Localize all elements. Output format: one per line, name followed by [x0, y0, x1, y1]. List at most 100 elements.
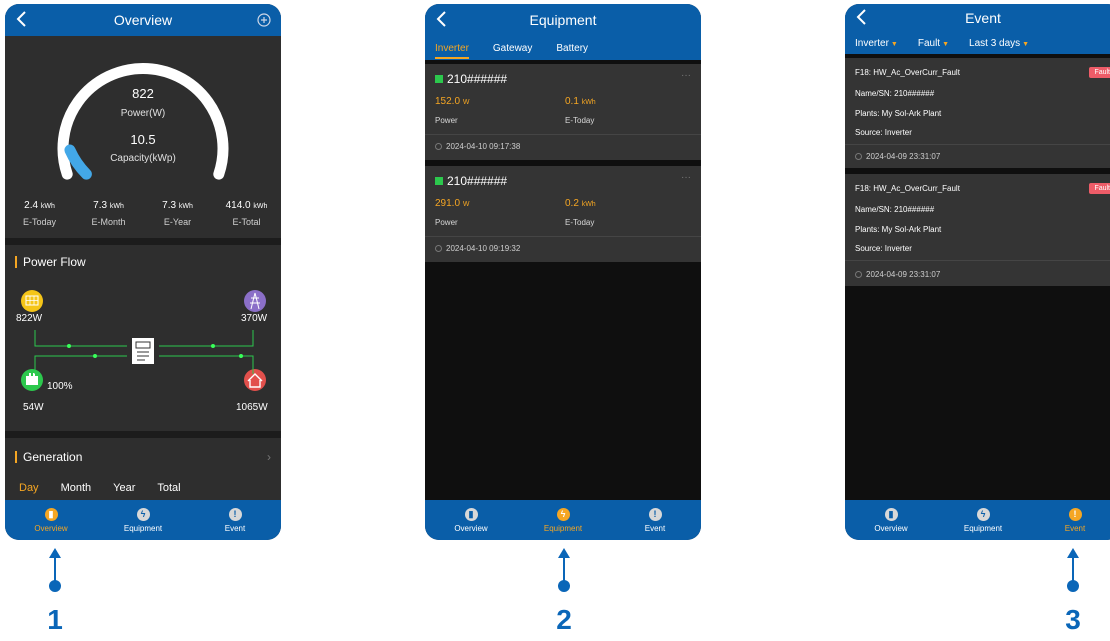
power-label: Power — [435, 218, 458, 227]
tab-battery[interactable]: Battery — [556, 43, 588, 54]
filter-level[interactable]: Fault ▼ — [918, 38, 949, 49]
nav-overview[interactable]: ▮ Overview — [5, 500, 97, 540]
dropdown-icon: ▼ — [890, 40, 898, 48]
event-code: F18: HW_Ac_OverCurr_Fault — [855, 184, 960, 193]
event-timestamp: 2024-04-09 23:31:07 — [855, 152, 940, 161]
chevron-right-icon[interactable]: › — [267, 450, 271, 464]
back-arrow-icon[interactable] — [435, 10, 449, 28]
callout-arrow-icon — [558, 548, 570, 592]
device-power: 291.0 W — [435, 198, 470, 209]
filter-date-range[interactable]: Last 3 days ▼ — [969, 38, 1029, 49]
add-circle-icon[interactable] — [257, 13, 271, 27]
power-flow-title: Power Flow — [15, 256, 86, 268]
callout-1: 1 — [40, 540, 70, 641]
battery-icon — [21, 369, 43, 391]
event-screen: Event Inverter ▼ Fault ▼ Last 3 days ▼ F18:… — [845, 4, 1110, 540]
tab-gateway[interactable]: Gateway — [493, 43, 532, 54]
callout-2: 2 — [549, 540, 579, 641]
equipment-header: Equipment — [425, 4, 701, 36]
event-item[interactable]: F18: HW_Ac_OverCurr_Fault Fault Name/SN:… — [845, 174, 1110, 286]
capacity-label: Capacity(kWp) — [110, 153, 176, 164]
tab-month[interactable]: Month — [61, 482, 92, 494]
back-arrow-icon[interactable] — [855, 8, 869, 26]
generation-tabs: Day Month Year Total — [19, 482, 181, 494]
event-source: Source: Inverter — [855, 244, 912, 253]
device-timestamp: 2024-04-10 09:19:32 — [435, 244, 520, 253]
device-etoday: 0.1 kWh — [565, 96, 596, 107]
nav-equipment[interactable]: ϟ Equipment — [517, 500, 609, 540]
equipment-tabs: Inverter Gateway Battery — [425, 36, 701, 60]
etoday-label: E-Today — [565, 218, 595, 227]
device-power: 152.0 W — [435, 96, 470, 107]
nav-event[interactable]: ! Event — [1029, 500, 1110, 540]
battery-percent: 100% — [47, 381, 73, 392]
alert-icon: ! — [648, 507, 662, 521]
equipment-screen: Equipment Inverter Gateway Battery 210##… — [425, 4, 701, 540]
alert-icon: ! — [1068, 507, 1082, 521]
device-sn: 210###### — [447, 72, 508, 86]
nav-equipment[interactable]: ϟ Equipment — [97, 500, 189, 540]
grid-power-value: 370W — [241, 313, 268, 324]
lightning-icon: ϟ — [136, 507, 150, 521]
load-power-value: 1065W — [236, 402, 268, 413]
stat-e-year: 7.3 kWh E-Year — [162, 200, 193, 227]
back-arrow-icon[interactable] — [15, 10, 29, 28]
event-code: F18: HW_Ac_OverCurr_Fault — [855, 68, 960, 77]
lightning-icon: ϟ — [976, 507, 990, 521]
clock-icon — [855, 153, 862, 160]
event-sn: Name/SN: 210###### — [855, 205, 935, 214]
solar-power-value: 822W — [16, 313, 43, 324]
power-label: Power — [435, 116, 458, 125]
more-icon[interactable]: ··· — [681, 172, 691, 183]
nav-event[interactable]: ! Event — [189, 500, 281, 540]
generation-title: Generation — [15, 451, 82, 463]
stat-e-today: 2.4 kWh E-Today — [22, 200, 57, 227]
fault-badge: Fault — [1089, 67, 1110, 78]
overview-header: Overview — [5, 4, 281, 36]
clock-icon — [435, 245, 442, 252]
divider — [5, 431, 281, 438]
tab-year[interactable]: Year — [113, 482, 135, 494]
device-card[interactable]: 210###### ··· 152.0 W 0.1 kWh Power E-To… — [425, 64, 701, 160]
callout-number: 2 — [556, 604, 572, 635]
device-timestamp: 2024-04-10 09:17:38 — [435, 142, 520, 151]
home-icon — [244, 369, 266, 391]
solar-panel-icon — [21, 290, 43, 312]
tab-day[interactable]: Day — [19, 482, 39, 494]
device-etoday: 0.2 kWh — [565, 198, 596, 209]
tab-total[interactable]: Total — [157, 482, 180, 494]
callout-arrow-icon — [1067, 548, 1079, 592]
clock-icon — [855, 271, 862, 278]
bar-chart-icon: ▮ — [44, 507, 58, 521]
tab-inverter[interactable]: Inverter — [435, 43, 469, 59]
nav-event[interactable]: ! Event — [609, 500, 701, 540]
dropdown-icon: ▼ — [1022, 40, 1030, 48]
dropdown-icon: ▼ — [942, 40, 950, 48]
more-icon[interactable]: ··· — [681, 70, 691, 81]
bar-chart-icon: ▮ — [884, 507, 898, 521]
lightning-icon: ϟ — [556, 507, 570, 521]
callout-number: 1 — [47, 604, 63, 635]
callout-arrow-icon — [49, 548, 61, 592]
grid-tower-icon — [244, 290, 266, 312]
event-source: Source: Inverter — [855, 128, 912, 137]
page-title: Event — [965, 10, 1001, 26]
nav-overview[interactable]: ▮ Overview — [425, 500, 517, 540]
event-item[interactable]: F18: HW_Ac_OverCurr_Fault Fault Name/SN:… — [845, 58, 1110, 168]
event-plant: Plants: My Sol-Ark Plant — [855, 225, 942, 234]
bar-chart-icon: ▮ — [464, 507, 478, 521]
power-value: 822 — [132, 86, 154, 101]
nav-equipment[interactable]: ϟ Equipment — [937, 500, 1029, 540]
device-card[interactable]: 210###### ··· 291.0 W 0.2 kWh Power E-To… — [425, 166, 701, 262]
fault-badge: Fault — [1089, 183, 1110, 194]
filter-device-type[interactable]: Inverter ▼ — [855, 38, 898, 49]
event-filters: Inverter ▼ Fault ▼ Last 3 days ▼ — [845, 32, 1110, 54]
event-sn: Name/SN: 210###### — [855, 89, 935, 98]
battery-power-value: 54W — [23, 402, 44, 413]
nav-overview[interactable]: ▮ Overview — [845, 500, 937, 540]
clock-icon — [435, 143, 442, 150]
event-plant: Plants: My Sol-Ark Plant — [855, 109, 942, 118]
callout-number: 3 — [1065, 604, 1081, 635]
page-title: Overview — [113, 12, 173, 28]
power-label: Power(W) — [120, 108, 166, 119]
